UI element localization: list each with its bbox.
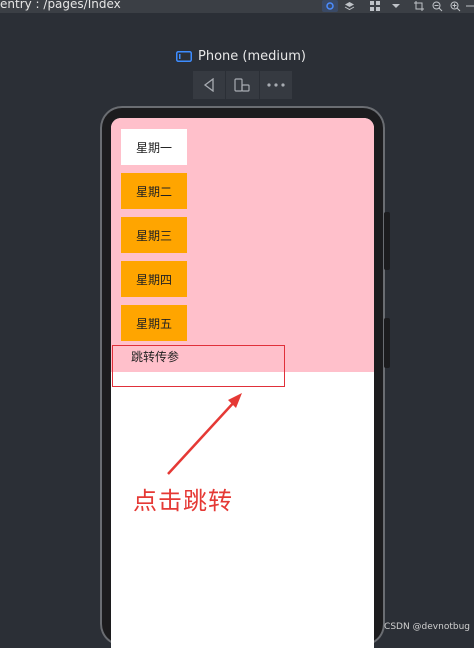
annotation-arrow-icon [167,393,242,475]
annotation-label: 点击跳转 [133,487,233,515]
watermark: CSDN @devnotbug [384,622,470,632]
